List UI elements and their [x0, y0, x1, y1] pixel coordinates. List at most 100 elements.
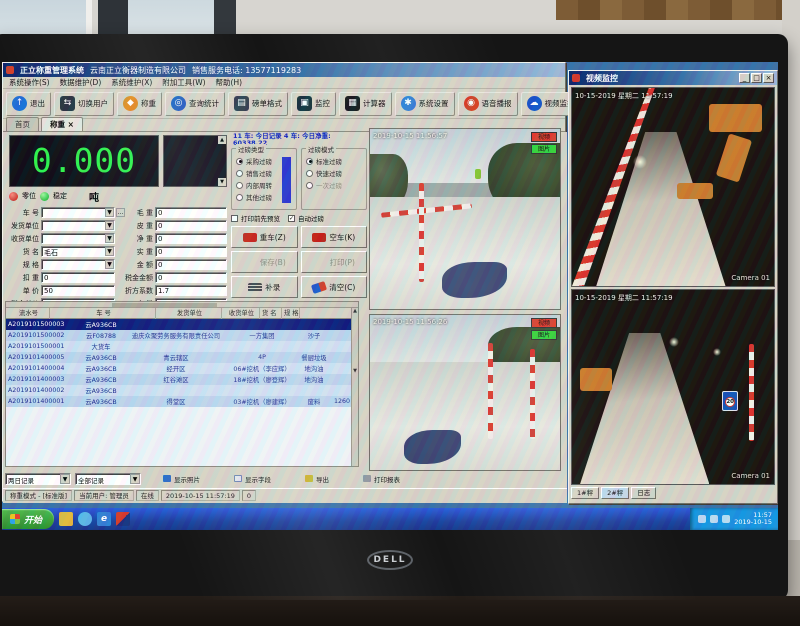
footer-button[interactable]: 显示字段: [224, 472, 281, 485]
dropdown-arrow-icon[interactable]: ▼: [60, 474, 70, 484]
cctv-camera-1[interactable]: 10-15-2019 星期二 11:57:19 Camera 01: [571, 87, 775, 287]
dropdown-arrow-icon[interactable]: ▼: [105, 260, 114, 269]
table-row[interactable]: A2019101400004 云A936CB 经开区 06#挖机（李应辉） 地沟…: [6, 363, 351, 374]
field-input[interactable]: 0▼…: [155, 220, 227, 231]
lane-camera-1[interactable]: 2019-10-15 11:56:57 视频 图片: [369, 128, 561, 310]
scale-indicators: 零位 稳定 吨: [9, 190, 227, 202]
dell-logo: DELL: [367, 550, 413, 570]
video-mode-button[interactable]: 视频: [531, 132, 557, 142]
tab[interactable]: 首页: [6, 117, 39, 131]
record-range-select[interactable]: 两日记录▼: [5, 473, 71, 485]
dropdown-arrow-icon[interactable]: ▼: [105, 247, 114, 256]
toolbar-button[interactable]: ◉ 语音播报: [458, 92, 518, 116]
radio-option[interactable]: 标准过磅: [302, 155, 366, 167]
ie-quicklaunch-icon[interactable]: e: [97, 512, 111, 526]
menu-item[interactable]: 附加工具(W): [162, 77, 205, 88]
toolbar-button[interactable]: ▣ 监控: [291, 92, 336, 116]
field-input[interactable]: ▼…: [41, 220, 115, 231]
field-input[interactable]: 50▼…: [41, 285, 115, 296]
table-header-cell[interactable]: 流水号: [6, 308, 50, 319]
action-button[interactable]: 空车(K): [301, 226, 368, 248]
checkbox-option[interactable]: 打印前先预览: [231, 213, 280, 223]
table-row[interactable]: A2019101500003 云A936CB: [6, 319, 351, 330]
records-table: 流水号车 号发货单位收货单位货 名规 格 A2019101500003 云A93…: [5, 301, 359, 467]
toolbar-button[interactable]: ◎ 查询统计: [165, 92, 225, 116]
footer-button[interactable]: 导出: [295, 472, 339, 485]
tab-close-icon[interactable]: ×: [68, 120, 74, 129]
weight-unit: 吨: [89, 189, 99, 204]
field-input[interactable]: 0▼…: [41, 272, 115, 283]
footer-button[interactable]: 打印报表: [353, 472, 410, 485]
action-button[interactable]: 打印(P): [301, 251, 368, 273]
table-row[interactable]: A2019101400005 云A936CB 青云辖区 4P 餐厨垃圾: [6, 352, 351, 363]
action-button[interactable]: 重车(Z): [231, 226, 298, 248]
toolbar-button[interactable]: ⇆ 切换用户: [54, 92, 114, 116]
dropdown-arrow-icon[interactable]: ▼: [105, 208, 114, 217]
scale-app-quicklaunch-icon[interactable]: [116, 512, 130, 526]
menu-item[interactable]: 数据维护(D): [60, 77, 102, 88]
taskbar-clock[interactable]: 11:57 2019-10-15: [734, 512, 772, 526]
table-header-cell[interactable]: 货 名: [260, 308, 282, 319]
field-input[interactable]: 0▼…: [155, 246, 227, 257]
dropdown-arrow-icon[interactable]: ▼: [105, 234, 114, 243]
dropdown-arrow-icon[interactable]: ▼: [105, 221, 114, 230]
record-filter-select[interactable]: 全部记录▼: [75, 473, 141, 485]
toolbar-button[interactable]: ✱ 系统设置: [395, 92, 455, 116]
dropdown-arrow-icon[interactable]: ▼: [130, 474, 140, 484]
start-button[interactable]: 开始: [2, 509, 54, 529]
toolbar-button[interactable]: ◆ 称重: [117, 92, 162, 116]
field-input[interactable]: 毛石▼…: [41, 246, 115, 257]
app-title-bar[interactable]: 正立称重管理系统 云南正立衡器制造有限公司 销售服务电话: 1357711928…: [3, 63, 565, 77]
table-vscrollbar[interactable]: ▲▼: [351, 308, 358, 466]
scrollbar-thumb[interactable]: [112, 303, 218, 307]
toolbar-button[interactable]: ▤ 磅单格式: [228, 92, 288, 116]
table-row[interactable]: A2019101400001 云A936CB 得堂区 03#挖机（廖建辉） 废料…: [6, 396, 351, 407]
checkbox-option[interactable]: 自动过磅: [288, 213, 324, 223]
menu-item[interactable]: 帮助(H): [216, 77, 243, 88]
radio-option[interactable]: 快速过磅: [302, 167, 366, 179]
photo-mode-button[interactable]: 图片: [531, 144, 557, 154]
field-input[interactable]: 0▼…: [155, 272, 227, 283]
tray-volume-icon[interactable]: [710, 515, 718, 523]
scroll-down-icon[interactable]: ▼: [218, 178, 226, 186]
menu-item[interactable]: 系统操作(S): [9, 77, 50, 88]
menu-item[interactable]: 系统维护(X): [111, 77, 152, 88]
action-button[interactable]: 保存(B): [231, 251, 298, 273]
table-header-cell[interactable]: 发货单位: [156, 308, 222, 319]
channel-button[interactable]: 日志: [631, 487, 656, 499]
cctv-title-bar[interactable]: 视频监控 _□×: [569, 71, 777, 85]
field-input[interactable]: 0▼…: [155, 207, 227, 218]
table-row[interactable]: A2019101500001 大货车: [6, 341, 351, 352]
tray-antivirus-icon[interactable]: [722, 515, 730, 523]
light-glow: [713, 348, 721, 356]
field-input[interactable]: 0▼…: [155, 259, 227, 270]
footer-button[interactable]: 显示照片: [153, 472, 210, 485]
action-button[interactable]: 清空(C): [301, 276, 368, 298]
table-row[interactable]: A2019101400002 云A936CB: [6, 385, 351, 396]
video-mode-button[interactable]: 视频: [531, 318, 557, 328]
lane-camera-2[interactable]: 2019-10-15 11:56:26 视频 图片: [369, 314, 561, 471]
scroll-up-icon[interactable]: ▲: [218, 136, 226, 144]
table-row[interactable]: A2019101500002 云F08788 迪庆众聚劳务服务有限责任公司 一方…: [6, 330, 351, 341]
cctv-camera-2[interactable]: 20 10-15-2019 星期二 11:57:19 Camera 01: [571, 289, 775, 485]
channel-button[interactable]: 2#秤: [601, 487, 629, 499]
field-input[interactable]: 1.7▼…: [155, 285, 227, 296]
messenger-quicklaunch-icon[interactable]: [78, 512, 92, 526]
field-input[interactable]: ▼…: [41, 207, 115, 218]
tray-network-icon[interactable]: [698, 515, 706, 523]
toolbar-button[interactable]: ↑ 退出: [6, 92, 51, 116]
field-input[interactable]: ▼…: [41, 233, 115, 244]
table-header-cell[interactable]: 收货单位: [222, 308, 260, 319]
table-header-cell[interactable]: 车 号: [50, 308, 156, 319]
table-header-cell[interactable]: 规 格: [282, 308, 300, 319]
photo-mode-button[interactable]: 图片: [531, 330, 557, 340]
radio-option[interactable]: 一次过磅: [302, 179, 366, 191]
field-input[interactable]: ▼…: [41, 259, 115, 270]
folder-quicklaunch-icon[interactable]: [59, 512, 73, 526]
tab[interactable]: 称重 ×: [41, 117, 83, 131]
table-row[interactable]: A2019101400003 云A936CB 红谷滩区 18#挖机（廖登辉） 地…: [6, 374, 351, 385]
field-input[interactable]: 0▼…: [155, 233, 227, 244]
toolbar-button[interactable]: ▦ 计算器: [339, 92, 392, 116]
channel-button[interactable]: 1#秤: [571, 487, 599, 499]
action-button[interactable]: 补录: [231, 276, 298, 298]
